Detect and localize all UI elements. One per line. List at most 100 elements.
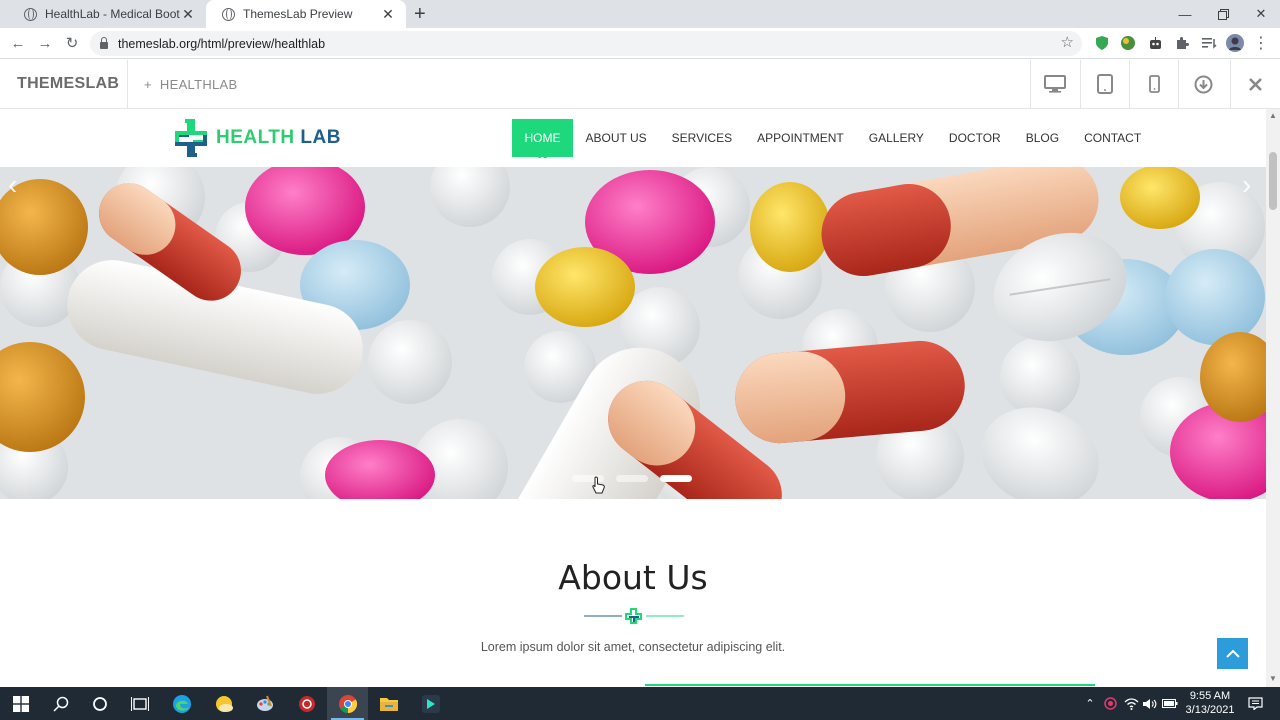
reload-icon[interactable]: ↻ — [62, 33, 82, 53]
shield-extension-icon[interactable] — [1093, 34, 1111, 52]
tab-title: HealthLab - Medical Bootstrap H — [45, 7, 180, 21]
record-icon — [298, 695, 315, 712]
edge-taskbar-button[interactable] — [161, 687, 202, 720]
bookmark-star-icon[interactable]: ☆ — [1061, 33, 1074, 51]
logo-text-health: HEALTH — [216, 127, 295, 148]
themeslab-brand[interactable]: THEMESLAB — [17, 75, 119, 93]
back-to-top-button[interactable] — [1217, 638, 1248, 669]
notifications-icon[interactable] — [1244, 687, 1266, 720]
new-tab-button[interactable]: + — [414, 3, 426, 26]
search-button[interactable] — [40, 687, 81, 720]
nav-doctor[interactable]: DOCTOR — [936, 119, 1013, 157]
mobile-icon — [1148, 75, 1160, 93]
volume-icon[interactable] — [1140, 687, 1158, 720]
reading-list-icon[interactable] — [1200, 34, 1218, 52]
globe-icon — [222, 7, 235, 21]
slider-prev-arrow-icon[interactable]: ‹ — [8, 169, 17, 201]
tab-healthlab[interactable]: HealthLab - Medical Bootstrap H ✕ — [8, 0, 206, 28]
url-text: themeslab.org/html/preview/healthlab — [118, 36, 326, 51]
tab-close-icon[interactable]: ✕ — [180, 6, 196, 23]
nav-gallery[interactable]: GALLERY — [856, 119, 936, 157]
tray-overflow-icon[interactable]: ⌃ — [1082, 687, 1098, 720]
logo-text: HEALTH LAB — [216, 127, 341, 149]
paint-taskbar-button[interactable] — [244, 687, 285, 720]
project-name: HEALTHLAB — [159, 77, 238, 92]
chevron-up-icon — [1225, 649, 1240, 658]
filmora-taskbar-button[interactable] — [410, 687, 451, 720]
taskbar-clock[interactable]: 9:55 AM 3/13/2021 — [1182, 689, 1238, 717]
globe-icon — [24, 7, 37, 21]
nav-services[interactable]: SERVICES — [659, 119, 744, 157]
address-bar[interactable]: themeslab.org/html/preview/healthlab ☆ — [90, 31, 1082, 56]
nav-home[interactable]: HOME — [512, 119, 573, 157]
desktop-view-button[interactable] — [1030, 60, 1079, 108]
file-explorer-taskbar-button[interactable] — [368, 687, 409, 720]
weather-taskbar-button[interactable] — [203, 687, 244, 720]
tray-record-icon[interactable] — [1101, 687, 1119, 720]
task-view-button[interactable] — [119, 687, 160, 720]
start-button[interactable] — [0, 687, 41, 720]
nav-appointment[interactable]: APPOINTMENT — [745, 119, 857, 157]
paint-icon — [256, 695, 273, 711]
tab-title: ThemesLab Preview — [243, 7, 353, 21]
maximize-button[interactable] — [1204, 0, 1242, 28]
medical-cross-logo-icon — [175, 119, 207, 157]
desktop-icon — [1044, 75, 1066, 93]
recorder-taskbar-button[interactable] — [286, 687, 327, 720]
content-card-top-border — [645, 684, 1095, 686]
cursor-icon — [592, 476, 605, 494]
forward-icon[interactable]: → — [35, 33, 55, 53]
edge-icon — [172, 694, 191, 713]
nav-blog[interactable]: BLOG — [1013, 119, 1071, 157]
minimize-button[interactable]: — — [1166, 0, 1204, 28]
restore-icon — [1217, 8, 1229, 20]
about-description: Lorem ipsum dolor sit amet, consectetur … — [480, 640, 786, 654]
scrollbar-thumb[interactable] — [1269, 152, 1277, 210]
windows-logo-icon — [12, 695, 29, 712]
chrome-menu-icon[interactable]: ⋮ — [1252, 34, 1270, 52]
profile-avatar[interactable] — [1226, 34, 1244, 52]
hero-slider: ‹ › — [0, 167, 1266, 499]
page-scrollbar[interactable]: ▲ ▼ — [1266, 109, 1280, 687]
slider-dot-3[interactable] — [660, 475, 692, 482]
logo-text-lab: LAB — [300, 127, 341, 148]
folder-icon — [379, 697, 398, 711]
tab-themeslab-preview[interactable]: ThemesLab Preview ✕ — [206, 0, 406, 28]
extensions-puzzle-icon[interactable] — [1173, 34, 1191, 52]
scroll-down-icon[interactable]: ▼ — [1269, 674, 1277, 683]
section-divider-icon — [584, 608, 684, 624]
slider-dot-2[interactable] — [616, 475, 648, 482]
tablet-view-button[interactable] — [1080, 60, 1129, 108]
plus-icon: + — [144, 77, 152, 92]
project-switcher[interactable]: + HEALTHLAB — [144, 77, 238, 92]
close-preview-button[interactable] — [1230, 60, 1280, 108]
tab-close-icon[interactable]: ✕ — [380, 6, 396, 23]
clock-date: 3/13/2021 — [1185, 704, 1235, 716]
mobile-view-button[interactable] — [1129, 60, 1178, 108]
cortana-circle-icon — [92, 696, 107, 711]
about-heading: About Us — [558, 558, 708, 597]
slider-indicators — [572, 475, 692, 482]
chrome-taskbar-button[interactable] — [327, 687, 368, 720]
download-button[interactable] — [1178, 60, 1227, 108]
cortana-button[interactable] — [79, 687, 120, 720]
site-logo[interactable]: HEALTH LAB — [170, 118, 341, 158]
site-header: HEALTH LAB HOME ABOUT US SERVICES APPOIN… — [0, 109, 1266, 167]
scroll-up-icon[interactable]: ▲ — [1269, 111, 1277, 120]
back-icon[interactable]: ← — [8, 33, 28, 53]
lock-icon — [100, 36, 108, 49]
close-icon — [1249, 77, 1262, 91]
wifi-icon[interactable] — [1122, 687, 1140, 720]
task-view-icon — [130, 696, 149, 711]
globe-extension-icon[interactable] — [1119, 34, 1137, 52]
main-nav: HOME ABOUT US SERVICES APPOINTMENT GALLE… — [512, 119, 1154, 157]
window-close-button[interactable]: ✕ — [1242, 0, 1280, 28]
chrome-icon — [338, 694, 357, 713]
weather-icon — [215, 695, 233, 712]
robot-extension-icon[interactable] — [1146, 34, 1164, 52]
battery-icon[interactable] — [1160, 687, 1180, 720]
slider-next-arrow-icon[interactable]: › — [1242, 169, 1251, 201]
nav-about-us[interactable]: ABOUT US — [573, 119, 659, 157]
pills-slide-image — [0, 167, 1266, 499]
nav-contact[interactable]: CONTACT — [1072, 119, 1154, 157]
